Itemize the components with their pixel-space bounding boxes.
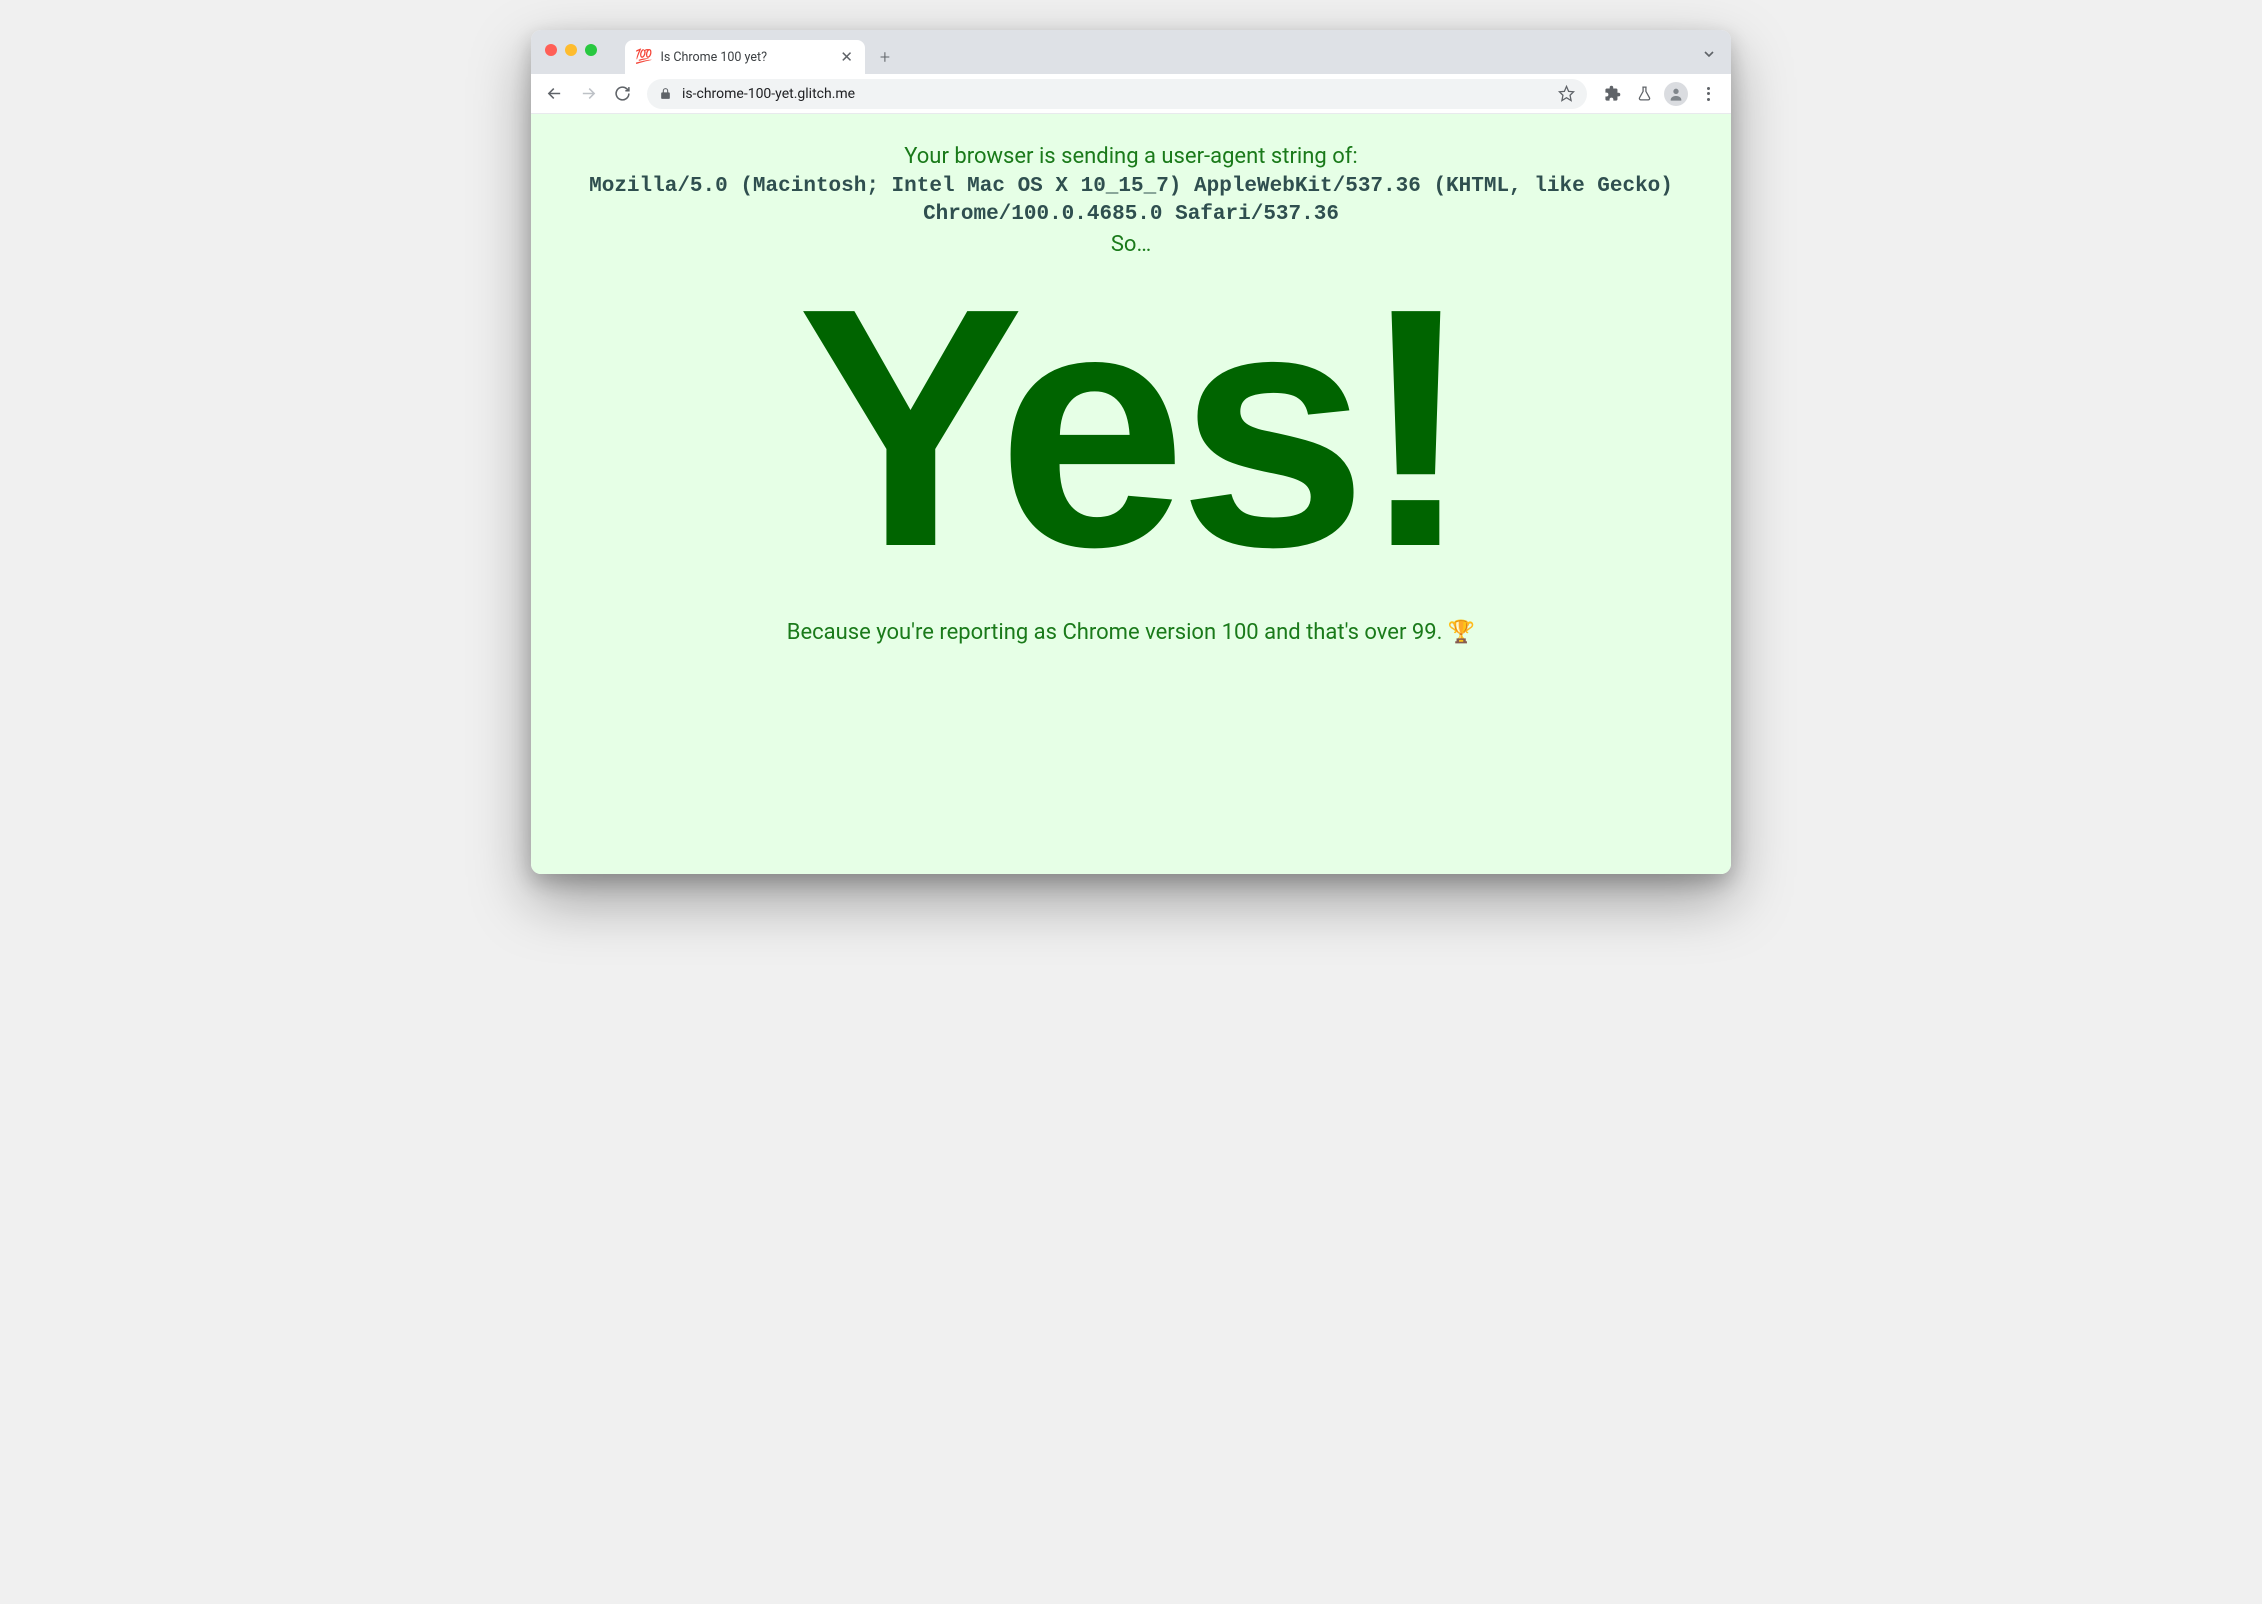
close-window-button[interactable] <box>545 44 557 56</box>
tab-title: Is Chrome 100 yet? <box>660 50 830 65</box>
browser-window: 💯 Is Chrome 100 yet? ✕ + is-chrome-100-y… <box>531 30 1731 874</box>
answer-text: Yes! <box>571 267 1691 590</box>
bookmark-star-icon[interactable] <box>1558 85 1575 102</box>
reload-button[interactable] <box>607 79 637 109</box>
labs-flask-icon[interactable] <box>1629 79 1659 109</box>
minimize-window-button[interactable] <box>565 44 577 56</box>
new-tab-button[interactable]: + <box>871 43 899 71</box>
url-text: is-chrome-100-yet.glitch.me <box>682 86 1548 102</box>
browser-tab[interactable]: 💯 Is Chrome 100 yet? ✕ <box>625 40 865 74</box>
traffic-lights <box>545 44 597 56</box>
close-tab-button[interactable]: ✕ <box>838 48 855 66</box>
lock-icon <box>659 87 672 100</box>
page-content: Your browser is sending a user-agent str… <box>531 114 1731 874</box>
tabs-dropdown-button[interactable] <box>1701 46 1717 66</box>
maximize-window-button[interactable] <box>585 44 597 56</box>
profile-avatar[interactable] <box>1661 79 1691 109</box>
titlebar: 💯 Is Chrome 100 yet? ✕ + <box>531 30 1731 74</box>
explanation-text: Because you're reporting as Chrome versi… <box>571 620 1691 645</box>
toolbar-icons <box>1597 79 1723 109</box>
tabs-row: 💯 Is Chrome 100 yet? ✕ + <box>625 30 899 74</box>
tab-favicon-icon: 💯 <box>635 50 652 64</box>
addressbar-row: is-chrome-100-yet.glitch.me <box>531 74 1731 114</box>
address-bar[interactable]: is-chrome-100-yet.glitch.me <box>647 79 1587 109</box>
intro-text: Your browser is sending a user-agent str… <box>571 144 1691 169</box>
forward-button[interactable] <box>573 79 603 109</box>
menu-button[interactable] <box>1693 79 1723 109</box>
user-agent-string: Mozilla/5.0 (Macintosh; Intel Mac OS X 1… <box>571 173 1691 230</box>
back-button[interactable] <box>539 79 569 109</box>
extensions-icon[interactable] <box>1597 79 1627 109</box>
